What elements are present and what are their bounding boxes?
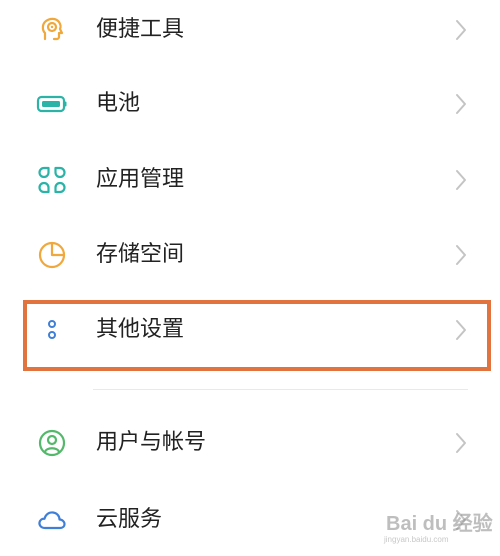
settings-item-user-account[interactable]: 用户与帐号 <box>0 413 500 473</box>
storage-icon <box>36 239 68 271</box>
chevron-right-icon <box>453 243 469 267</box>
baidu-watermark: Bai du 经验 jingyan.baidu.com <box>376 505 494 553</box>
chevron-right-icon <box>453 168 469 192</box>
settings-item-app-management[interactable]: 应用管理 <box>0 150 500 210</box>
settings-item-label: 电池 <box>96 91 141 116</box>
battery-icon <box>36 88 68 120</box>
settings-item-battery[interactable]: 电池 <box>0 74 500 134</box>
convenience-tools-icon <box>36 14 68 46</box>
settings-item-label: 其他设置 <box>96 317 185 342</box>
watermark-subtext: jingyan.baidu.com <box>384 535 449 544</box>
other-settings-icon <box>36 314 68 346</box>
chevron-right-icon <box>453 431 469 455</box>
chevron-right-icon <box>453 318 469 342</box>
settings-item-label: 便捷工具 <box>96 17 185 42</box>
cloud-icon <box>36 504 68 536</box>
settings-item-label: 云服务 <box>96 507 163 532</box>
settings-item-other-settings[interactable]: 其他设置 <box>0 300 500 360</box>
chevron-right-icon <box>453 92 469 116</box>
section-divider <box>93 389 468 390</box>
user-account-icon <box>36 427 68 459</box>
settings-item-label: 应用管理 <box>96 167 185 192</box>
settings-item-label: 用户与帐号 <box>96 430 207 455</box>
settings-item-convenience-tools[interactable]: 便捷工具 <box>0 0 500 60</box>
chevron-right-icon <box>453 18 469 42</box>
settings-item-label: 存储空间 <box>96 242 185 267</box>
settings-item-storage[interactable]: 存储空间 <box>0 225 500 285</box>
watermark-text: Bai du 经验 <box>386 513 493 535</box>
app-management-icon <box>36 164 68 196</box>
